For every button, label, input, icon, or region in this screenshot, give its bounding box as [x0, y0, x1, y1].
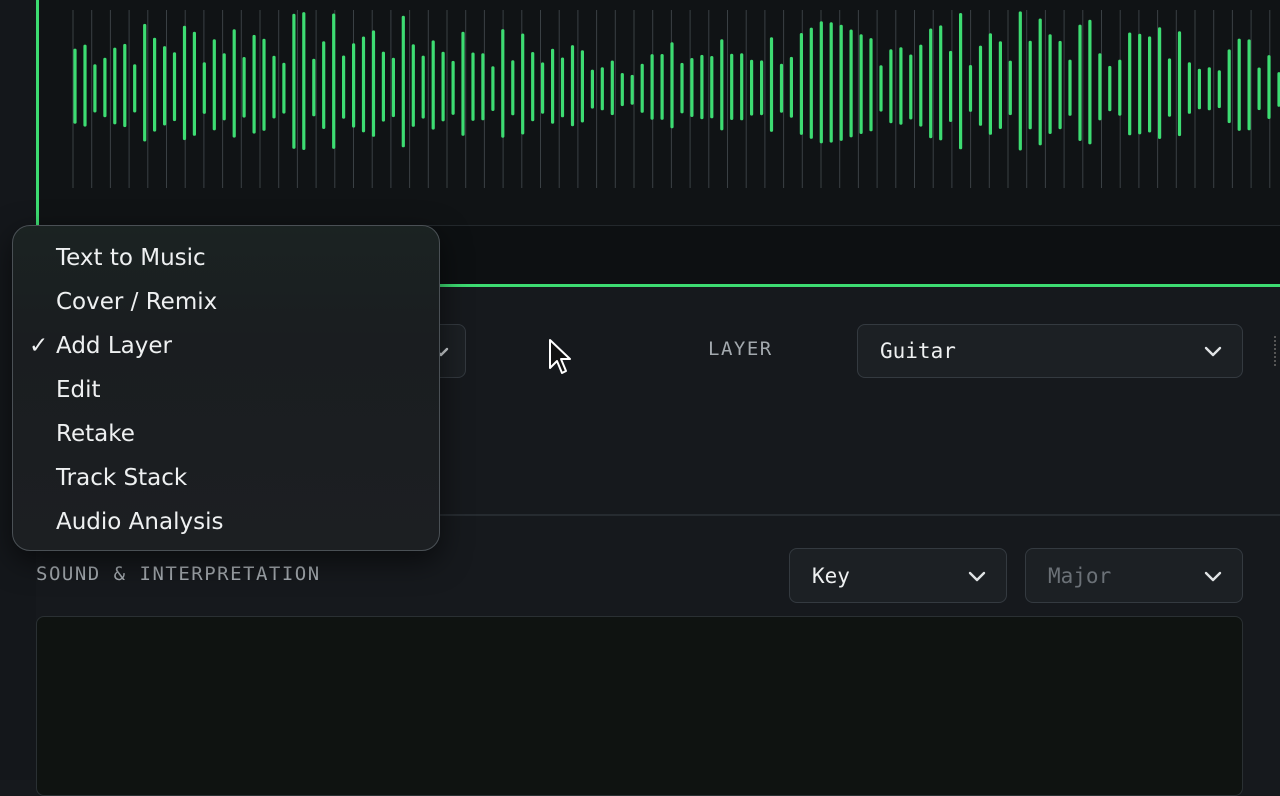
- menu-item-label: Retake: [56, 421, 135, 447]
- waveform-panel[interactable]: [36, 0, 1280, 226]
- menu-item-label: Text to Music: [56, 245, 206, 271]
- scale-select[interactable]: Major: [1025, 548, 1243, 603]
- menu-item-label: Add Layer: [56, 333, 172, 359]
- menu-item-cover-remix[interactable]: Cover / Remix: [13, 280, 439, 324]
- menu-item-label: Cover / Remix: [56, 289, 218, 315]
- mouse-pointer-icon: [549, 339, 571, 374]
- menu-item-edit[interactable]: Edit: [13, 368, 439, 412]
- sound-section-label: SOUND & INTERPRETATION: [36, 563, 321, 585]
- menu-item-label: Audio Analysis: [56, 509, 224, 535]
- menu-item-text-to-music[interactable]: Text to Music: [13, 236, 439, 280]
- chevron-down-icon: [968, 571, 986, 581]
- menu-item-label: Edit: [56, 377, 101, 403]
- menu-item-track-stack[interactable]: Track Stack: [13, 456, 439, 500]
- waveform: [72, 10, 1280, 188]
- menu-item-audio-analysis[interactable]: Audio Analysis: [13, 500, 439, 544]
- scale-select-placeholder: Major: [1048, 563, 1112, 588]
- layer-select-value: Guitar: [880, 339, 956, 363]
- key-select[interactable]: Key: [789, 548, 1007, 603]
- layer-select[interactable]: Guitar: [857, 324, 1243, 378]
- chevron-down-icon: [1204, 571, 1222, 581]
- menu-item-add-layer[interactable]: ✓ Add Layer: [13, 324, 439, 368]
- sound-description-textarea[interactable]: [36, 616, 1243, 796]
- key-select-value: Key: [812, 563, 850, 588]
- menu-item-label: Track Stack: [56, 465, 188, 491]
- panel-edge-handle[interactable]: [1274, 336, 1280, 366]
- check-icon: ✓: [29, 333, 49, 359]
- layer-label: LAYER: [708, 338, 773, 360]
- chevron-down-icon: [1204, 346, 1222, 357]
- menu-item-retake[interactable]: Retake: [13, 412, 439, 456]
- mode-dropdown-menu: Text to Music Cover / Remix ✓ Add Layer E…: [12, 225, 440, 551]
